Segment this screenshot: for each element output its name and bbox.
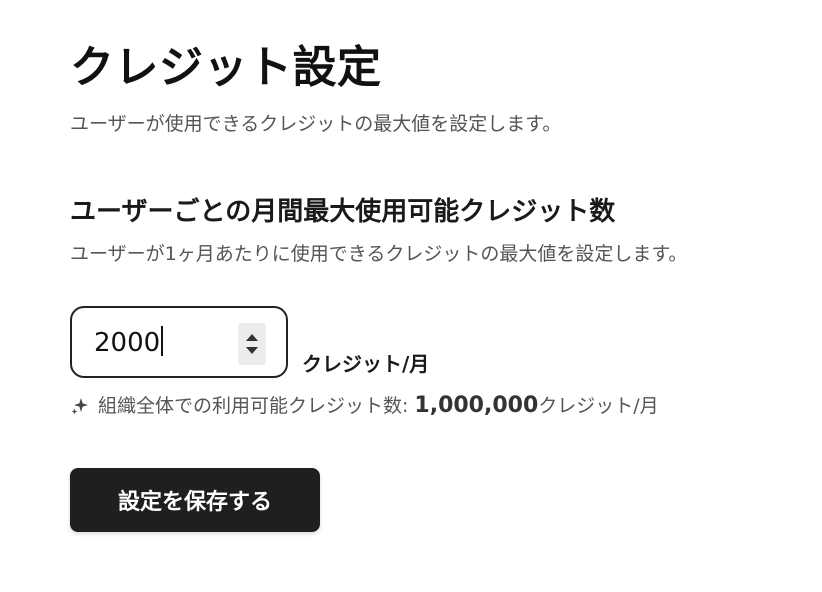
quantity-stepper[interactable] (238, 323, 266, 365)
credit-limit-input[interactable]: 2000 (70, 306, 288, 378)
save-button[interactable]: 設定を保存する (70, 468, 320, 532)
text-caret (161, 326, 164, 356)
credit-input-row: 2000 クレジット/月 (70, 302, 790, 378)
sparkle-icon (71, 398, 88, 415)
credit-settings-page: クレジット設定 ユーザーが使用できるクレジットの最大値を設定します。 ユーザーご… (70, 38, 790, 532)
credit-limit-text: 2000 (94, 328, 161, 358)
org-credit-info: 組織全体での利用可能クレジット数: 1,000,000 クレジット/月 (70, 392, 790, 420)
step-up-icon[interactable] (246, 334, 258, 341)
credit-unit-label: クレジット/月 (302, 352, 430, 376)
org-credit-label: 組織全体での利用可能クレジット数: (98, 395, 409, 417)
section-description: ユーザーが1ヶ月あたりに使用できるクレジットの最大値を設定します。 (70, 243, 688, 265)
org-credit-unit: クレジット/月 (538, 395, 659, 417)
credit-limit-value[interactable]: 2000 (94, 326, 164, 360)
page-description: ユーザーが使用できるクレジットの最大値を設定します。 (70, 113, 562, 135)
step-down-icon[interactable] (246, 347, 258, 354)
section-title: ユーザーごとの月間最大使用可能クレジット数 (70, 197, 616, 227)
org-credit-amount: 1,000,000 (414, 393, 539, 418)
page-title: クレジット設定 (70, 42, 382, 93)
